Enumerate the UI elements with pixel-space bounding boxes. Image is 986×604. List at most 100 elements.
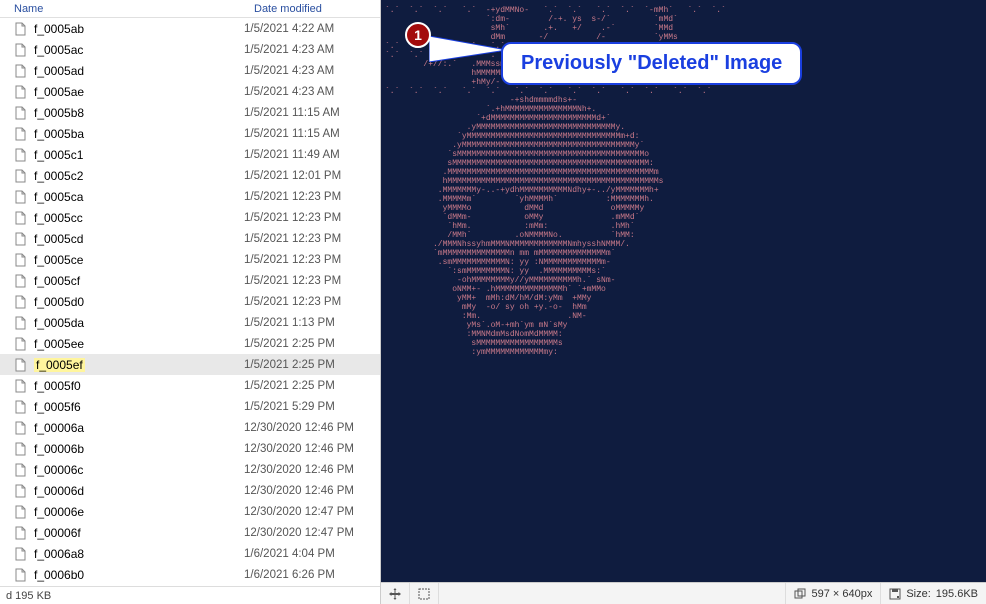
annotation-text: Previously "Deleted" Image (521, 52, 782, 74)
file-name: f_0005c2 (34, 169, 244, 183)
ascii-line: `dMMm- oMMy .mMMd` (385, 213, 982, 222)
file-icon (14, 568, 28, 582)
ascii-line: .yMMMMMMMMMMMMMMMMMMMMMMMMMMMMMy. (385, 123, 982, 132)
file-icon (14, 379, 28, 393)
ascii-line: yMM+ mMh:dM/hM/dM:yMm +MMy (385, 294, 982, 303)
file-date: 12/30/2020 12:47 PM (244, 506, 354, 518)
dimensions-text: 597 × 640px (811, 588, 872, 600)
status-select-tool[interactable] (410, 583, 439, 604)
file-name: f_0005c1 (34, 148, 244, 162)
file-row[interactable]: f_0005ce1/5/2021 12:23 PM (0, 249, 380, 270)
file-row[interactable]: f_0006b01/6/2021 6:26 PM (0, 564, 380, 585)
size-label: Size: (906, 588, 930, 600)
left-status-bar: d 195 KB (0, 586, 380, 604)
ascii-line: .MMMMMMMMMMMMMMMMMMMMMMMMMMMMMMMMMMMMMMM… (385, 168, 982, 177)
move-icon (389, 588, 401, 600)
file-icon (14, 484, 28, 498)
file-name: f_0005cc (34, 211, 244, 225)
file-list[interactable]: f_0005ab1/5/2021 4:22 AMf_0005ac1/5/2021… (0, 18, 380, 586)
file-row[interactable]: f_00006b12/30/2020 12:46 PM (0, 438, 380, 459)
ascii-line: mMy -o/ sy oh +y.-o- hMm (385, 303, 982, 312)
file-date: 1/5/2021 2:25 PM (244, 380, 335, 392)
file-row[interactable]: f_00006f12/30/2020 12:47 PM (0, 522, 380, 543)
file-row[interactable]: f_0005da1/5/2021 1:13 PM (0, 312, 380, 333)
ascii-line: .yMMMMMMMMMMMMMMMMMMMMMMMMMMMMMMMMMMMMy` (385, 141, 982, 150)
file-row[interactable]: f_00006c12/30/2020 12:46 PM (0, 459, 380, 480)
file-name: f_0005f0 (34, 379, 244, 393)
ascii-line: yMMMMo dMMd oMMMMMy (385, 204, 982, 213)
file-name: f_0005d0 (34, 295, 244, 309)
ascii-line: `yMMMMMMMMMMMMMMMMMMMMMMMMMMMMMMMMm+d: (385, 132, 982, 141)
file-icon (14, 421, 28, 435)
dimensions-icon (794, 588, 806, 600)
file-name: f_0006b0 (34, 568, 244, 582)
ascii-line: :Mm. .NM- (385, 312, 982, 321)
file-name: f_00006b (34, 442, 244, 456)
column-header-date[interactable]: Date modified (248, 3, 380, 15)
file-row[interactable]: f_0005ab1/5/2021 4:22 AM (0, 18, 380, 39)
file-date: 1/5/2021 11:15 AM (244, 128, 340, 140)
annotation-callout: Previously "Deleted" Image (501, 42, 802, 85)
column-headers[interactable]: Name Date modified (0, 0, 380, 18)
file-row[interactable]: f_0005ac1/5/2021 4:23 AM (0, 39, 380, 60)
file-name: f_0005cd (34, 232, 244, 246)
file-row[interactable]: f_00006e12/30/2020 12:47 PM (0, 501, 380, 522)
file-icon (14, 400, 28, 414)
file-name: f_0005ba (34, 127, 244, 141)
file-row[interactable]: f_0005ba1/5/2021 11:15 AM (0, 123, 380, 144)
file-date: 1/6/2021 4:04 PM (244, 548, 335, 560)
column-header-name[interactable]: Name (0, 3, 248, 15)
file-icon (14, 169, 28, 183)
file-row[interactable]: f_00006d12/30/2020 12:46 PM (0, 480, 380, 501)
file-name: f_0005cf (34, 274, 244, 288)
file-name: f_0005b8 (34, 106, 244, 120)
file-row[interactable]: f_0005cf1/5/2021 12:23 PM (0, 270, 380, 291)
file-date: 1/5/2021 12:23 PM (244, 191, 341, 203)
file-row[interactable]: f_0005ae1/5/2021 4:23 AM (0, 81, 380, 102)
marquee-icon (418, 588, 430, 600)
file-row[interactable]: f_0005ca1/5/2021 12:23 PM (0, 186, 380, 207)
file-date: 1/5/2021 5:29 PM (244, 401, 335, 413)
file-row[interactable]: f_0005f61/5/2021 5:29 PM (0, 396, 380, 417)
file-icon (14, 190, 28, 204)
status-move-tool[interactable] (381, 583, 410, 604)
annotation-pointer (429, 36, 507, 62)
file-explorer-pane: Name Date modified f_0005ab1/5/2021 4:22… (0, 0, 381, 604)
file-date: 1/5/2021 11:15 AM (244, 107, 340, 119)
file-row[interactable]: f_0005cd1/5/2021 12:23 PM (0, 228, 380, 249)
ascii-line: :ymMMMMMMMMMMMMmy: (385, 348, 982, 357)
ascii-line: `sMMMMMMMMMMMMMMMMMMMMMMMMMMMMMMMMMMMMMM… (385, 150, 982, 159)
file-icon (14, 232, 28, 246)
file-date: 12/30/2020 12:46 PM (244, 422, 354, 434)
file-name: f_0005ee (34, 337, 244, 351)
file-row[interactable]: f_0005ad1/5/2021 4:23 AM (0, 60, 380, 81)
file-date: 1/5/2021 4:23 AM (244, 65, 334, 77)
file-row[interactable]: f_0005c11/5/2021 11:49 AM (0, 144, 380, 165)
file-icon (14, 505, 28, 519)
ascii-line: yMs`.oM-+mh`ym mN`sMy (385, 321, 982, 330)
file-row[interactable]: f_0005c21/5/2021 12:01 PM (0, 165, 380, 186)
file-name: f_0005f6 (34, 400, 244, 414)
size-value: 195.6KB (936, 588, 978, 600)
image-preview[interactable]: `.` `.` `.` `.` -+ydMMNo- `.` `.` `.` `.… (381, 0, 986, 582)
file-icon (14, 253, 28, 267)
file-row[interactable]: f_0005ee1/5/2021 2:25 PM (0, 333, 380, 354)
file-row[interactable]: f_0005cc1/5/2021 12:23 PM (0, 207, 380, 228)
file-row[interactable]: f_0005f01/5/2021 2:25 PM (0, 375, 380, 396)
file-name: f_0005ac (34, 43, 244, 57)
file-date: 1/6/2021 6:26 PM (244, 569, 335, 581)
file-name: f_0005da (34, 316, 244, 330)
ascii-line: `mMMMMMMMMMMMMMMn mm mMMMMMMMMMMMMMMm` (385, 249, 982, 258)
file-row[interactable]: f_00006a12/30/2020 12:46 PM (0, 417, 380, 438)
file-row[interactable]: f_0005ef1/5/2021 2:25 PM (0, 354, 380, 375)
right-status-bar: 597 × 640px Size: 195.6KB (381, 582, 986, 604)
file-row[interactable]: f_0006a81/6/2021 4:04 PM (0, 543, 380, 564)
file-row[interactable]: f_0005b81/5/2021 11:15 AM (0, 102, 380, 123)
file-name: f_00006f (34, 526, 244, 540)
file-row[interactable]: f_0005d01/5/2021 12:23 PM (0, 291, 380, 312)
ascii-line: oNMM+- .hMMMMMMMMMMMMMMh` `+mMMo (385, 285, 982, 294)
preview-pane: 1 Previously "Deleted" Image `.` `.` `.`… (381, 0, 986, 604)
file-date: 1/5/2021 12:23 PM (244, 233, 341, 245)
file-date: 1/5/2021 2:25 PM (244, 338, 335, 350)
file-date: 1/5/2021 4:23 AM (244, 86, 334, 98)
